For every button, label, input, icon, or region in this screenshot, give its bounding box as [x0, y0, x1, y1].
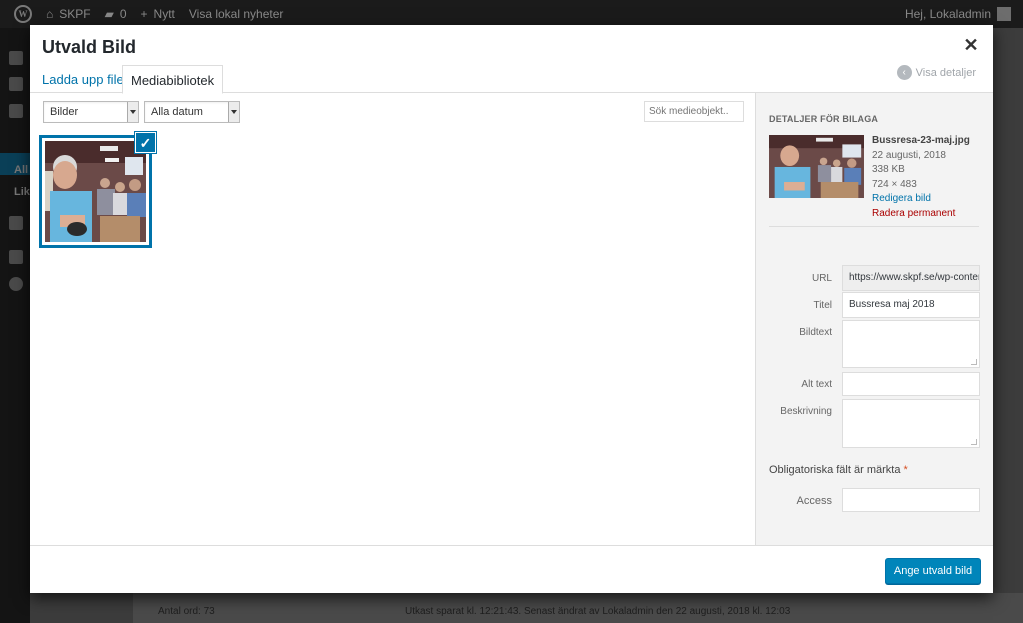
featured-image-modal: Utvald Bild ✕ Ladda upp filer Mediabibli…	[30, 25, 993, 593]
delete-permanently-link[interactable]: Radera permanent	[872, 207, 970, 222]
tools-icon[interactable]	[9, 216, 23, 230]
chevron-down-icon	[228, 102, 239, 122]
new-content-link[interactable]: + Nytt	[141, 7, 175, 21]
caption-label: Bildtext	[799, 327, 832, 338]
search-input[interactable]	[644, 101, 744, 122]
word-count: Antal ord: 73	[158, 606, 215, 617]
collapse-icon[interactable]	[9, 277, 23, 291]
media-type-filter[interactable]: Bilder	[43, 101, 139, 123]
submenu-lik[interactable]: Lik	[14, 186, 30, 198]
access-field[interactable]	[842, 488, 980, 512]
url-label: URL	[811, 273, 832, 284]
dashboard-icon[interactable]	[9, 51, 23, 65]
date-filter[interactable]: Alla datum	[144, 101, 240, 123]
avatar	[997, 7, 1011, 21]
attachment-details-sidebar: Detaljer för bilaga Bussresa-23-maj.jpg	[755, 93, 993, 545]
details-meta: Bussresa-23-maj.jpg 22 augusti, 2018 338…	[872, 134, 970, 221]
autosave-status: Utkast sparat kl. 12:21:43. Senast ändra…	[405, 606, 791, 617]
chevron-left-icon: ‹	[896, 65, 912, 80]
admin-menu: All Lik	[0, 28, 30, 623]
tab-media-library[interactable]: Mediabibliotek	[122, 65, 224, 94]
details-divider	[769, 226, 979, 227]
details-heading: Detaljer för bilaga	[769, 114, 879, 124]
access-label: Access	[796, 495, 832, 507]
show-details-toggle[interactable]: ‹ Visa detaljer	[896, 65, 976, 80]
site-name-link[interactable]: ⌂ SKPF	[46, 7, 91, 21]
comment-icon: ▰	[104, 7, 114, 21]
title-label: Titel	[813, 300, 832, 311]
tab-upload[interactable]: Ladda upp filer	[34, 65, 136, 93]
wp-logo[interactable]: W	[14, 5, 32, 23]
account-menu[interactable]: Hej, Lokaladmin	[905, 7, 1011, 21]
chevron-down-icon	[127, 102, 138, 122]
details-thumbnail	[769, 135, 864, 198]
modal-footer: Ange utvald bild	[30, 545, 993, 593]
admin-bar: W ⌂ SKPF ▰ 0 + Nytt Visa lokal nyheter H…	[0, 0, 1023, 28]
wordpress-icon: W	[14, 5, 32, 23]
caption-field[interactable]	[842, 320, 980, 368]
home-icon: ⌂	[46, 7, 54, 21]
required-note: Obligatoriska fält är märkta *	[769, 464, 908, 476]
alt-text-field[interactable]	[842, 372, 980, 396]
details-dimensions: 724 × 483	[872, 178, 917, 190]
edit-image-link[interactable]: Redigera bild	[872, 192, 970, 207]
details-filename: Bussresa-23-maj.jpg	[872, 135, 970, 146]
details-filesize: 338 KB	[872, 164, 905, 175]
selected-check-icon[interactable]: ✓	[135, 132, 156, 153]
url-field[interactable]: https://www.skpf.se/wp-conter	[842, 265, 980, 291]
calendar-icon[interactable]	[9, 104, 23, 118]
description-field[interactable]	[842, 399, 980, 448]
required-star: *	[903, 464, 908, 476]
set-featured-image-button[interactable]: Ange utvald bild	[885, 558, 981, 584]
description-label: Beskrivning	[780, 406, 832, 417]
attachment-image	[45, 141, 146, 242]
alt-text-label: Alt text	[801, 379, 832, 390]
view-post-link[interactable]: Visa lokal nyheter	[189, 7, 284, 21]
home-menu-icon[interactable]	[9, 77, 23, 91]
comments-link[interactable]: ▰ 0	[105, 7, 127, 21]
user-icon[interactable]	[9, 250, 23, 264]
submenu-all[interactable]: All	[14, 164, 28, 176]
plus-icon: +	[140, 7, 148, 21]
details-date: 22 augusti, 2018	[872, 149, 946, 161]
modal-tabs: Ladda upp filer Mediabibliotek	[30, 65, 993, 94]
modal-title: Utvald Bild	[42, 37, 137, 57]
title-field[interactable]: Bussresa maj 2018	[842, 292, 980, 318]
close-icon[interactable]: ✕	[963, 36, 979, 54]
